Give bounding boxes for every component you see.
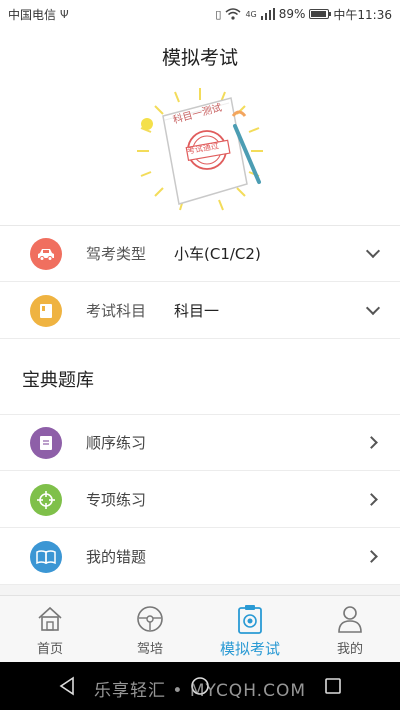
tab-home[interactable]: 首页 (0, 596, 100, 662)
home-circle-icon (191, 677, 209, 695)
app-screen: 中国电信 Ψ ▯ 4G 89% 中午11:36 模拟考试 科目一测试 考试通过 … (0, 0, 400, 710)
section-title: 宝典题库 (22, 370, 94, 391)
crosshair-icon-badge (30, 483, 62, 516)
battery-percent: 89% (278, 7, 306, 21)
tab-profile-label: 我的 (336, 642, 363, 657)
open-book-icon (36, 549, 56, 564)
status-right: ▯ 4G 89% 中午11:36 (215, 6, 392, 23)
battery-icon (309, 9, 332, 19)
exam-subject-row[interactable]: 考试科目 科目一 (0, 283, 400, 339)
exam-subject-value: 科目一 (174, 302, 220, 320)
carrier-name: 中国电信 (8, 7, 57, 22)
exam-passed-illustration: 科目一测试 考试通过 (135, 86, 265, 216)
sequential-practice-item[interactable]: 顺序练习 (0, 415, 400, 471)
tab-home-label: 首页 (36, 642, 63, 657)
page-title: 模拟考试 (161, 46, 238, 69)
license-type-row[interactable]: 驾考类型 小车(C1/C2) (0, 226, 400, 282)
vibrate-icon: ▯ (215, 7, 222, 21)
wifi-icon (225, 8, 241, 20)
sequential-practice-label: 顺序练习 (86, 434, 147, 452)
tab-mock-exam-label: 模拟考试 (219, 640, 280, 658)
document-icon-badge (30, 426, 62, 459)
car-icon (38, 248, 54, 261)
steering-wheel-icon (137, 606, 163, 632)
bottom-tab-bar: 首页 驾培 模拟考试 我的 (0, 595, 400, 662)
exam-subject-label: 考试科目 (86, 302, 147, 320)
network-type: 4G (245, 9, 257, 19)
home-icon (38, 606, 62, 631)
tab-training-label: 驾培 (136, 642, 163, 657)
chevron-right-icon (365, 436, 378, 449)
signal-icon (260, 8, 275, 20)
chevron-right-icon (365, 550, 378, 563)
recents-button[interactable] (313, 671, 353, 701)
clock: 中午11:36 (333, 7, 392, 22)
book-icon (40, 303, 52, 318)
system-nav-bar (0, 662, 400, 710)
wrong-questions-item[interactable]: 我的错题 (0, 529, 400, 585)
content-spacer (0, 585, 400, 595)
back-button[interactable] (47, 671, 87, 701)
tab-profile[interactable]: 我的 (300, 596, 400, 662)
tab-mock-exam[interactable]: 模拟考试 (200, 596, 300, 662)
car-icon-badge (30, 237, 62, 270)
chevron-right-icon (365, 493, 378, 506)
home-button[interactable] (180, 671, 220, 701)
usb-icon: Ψ (60, 7, 69, 21)
book-icon-badge (30, 294, 62, 327)
person-icon (338, 606, 362, 633)
exam-badge-icon (238, 605, 262, 634)
header: 模拟考试 (0, 28, 400, 84)
topic-practice-item[interactable]: 专项练习 (0, 472, 400, 528)
back-triangle-icon (59, 676, 74, 696)
license-type-value: 小车(C1/C2) (174, 245, 261, 263)
document-icon (40, 435, 52, 450)
open-book-icon-badge (30, 540, 62, 573)
chevron-down-icon (365, 300, 381, 316)
status-left: 中国电信 Ψ (8, 6, 69, 23)
recents-square-icon (325, 678, 342, 694)
chevron-down-icon (365, 243, 381, 259)
status-bar: 中国电信 Ψ ▯ 4G 89% 中午11:36 (0, 0, 400, 28)
topic-practice-label: 专项练习 (86, 491, 147, 509)
license-type-label: 驾考类型 (86, 245, 147, 263)
wrong-questions-label: 我的错题 (86, 548, 147, 566)
battery-fill (311, 11, 326, 17)
crosshair-icon (37, 490, 55, 509)
tab-training[interactable]: 驾培 (100, 596, 200, 662)
